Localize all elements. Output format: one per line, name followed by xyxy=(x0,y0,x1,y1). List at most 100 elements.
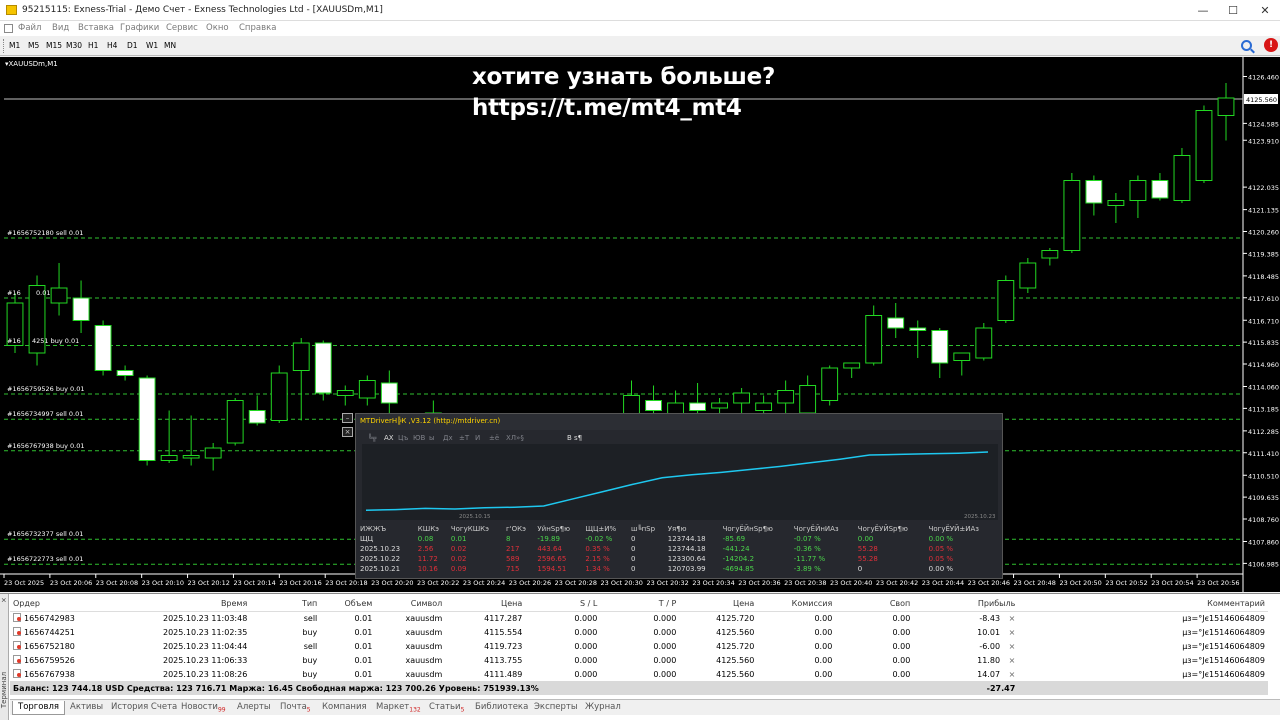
col-price[interactable]: Цена xyxy=(445,597,526,612)
panel-tab[interactable]: ЮВ xyxy=(413,434,425,442)
terminal-tab-label: Статьи xyxy=(429,702,461,712)
order-row[interactable]: 1656742983 2025.10.23 11:03:48 sell 0.01 xau… xyxy=(10,611,1268,625)
terminal-vertical-label: Терминал xyxy=(0,671,9,709)
candle-body xyxy=(336,390,354,396)
terminal-tab-10[interactable]: Эксперты xyxy=(529,701,583,715)
panel-tab[interactable]: В s¶ xyxy=(567,434,582,442)
terminal-close-icon[interactable]: × xyxy=(0,597,8,603)
order-row[interactable]: 1656759526 2025.10.23 11:06:33 buy 0.01 xauu… xyxy=(10,653,1268,667)
tf-m1-button[interactable]: M1 xyxy=(9,41,20,50)
terminal-tab-label: Активы xyxy=(70,702,104,712)
menu-tools[interactable]: Сервис xyxy=(166,23,198,33)
price-chart[interactable]: 4126.460 4124.585 4123.910 4122.035 4121.135… xyxy=(0,57,1280,592)
menu-charts[interactable]: Графики xyxy=(120,23,159,33)
terminal-tab-11[interactable]: Журнал xyxy=(580,701,626,715)
terminal-tab-3[interactable]: Новости99 xyxy=(176,701,231,715)
menu-view[interactable]: Вид xyxy=(52,23,69,33)
stats-table: ИЖЖЪ КШКэ ЧогуКШКэ г'ОКэ УйнЅр¶ю ЩЦ±И% ш╚пЅр Уя… xyxy=(358,524,998,574)
order-row[interactable]: 1656744251 2025.10.23 11:02:35 buy 0.01 xauu… xyxy=(10,625,1268,639)
close-order-icon[interactable]: × xyxy=(1006,656,1016,665)
candle-body xyxy=(72,297,90,321)
stats-cell: 0.05 % xyxy=(928,545,954,553)
menu-insert[interactable]: Вставка xyxy=(78,23,114,33)
col-comment[interactable]: Комментарий xyxy=(1018,597,1268,612)
close-order-icon[interactable]: × xyxy=(1006,628,1016,637)
terminal-tab-1[interactable]: Активы xyxy=(65,701,108,715)
panel-collapse-icon[interactable]: – xyxy=(342,413,353,423)
tf-d1-button[interactable]: D1 xyxy=(127,41,138,50)
menu-window[interactable]: Окно xyxy=(206,23,229,33)
search-icon[interactable] xyxy=(1241,40,1252,51)
menu-file[interactable]: Файл xyxy=(18,23,41,33)
col-swap[interactable]: Своп xyxy=(835,597,914,612)
close-order-icon[interactable]: × xyxy=(1006,670,1016,679)
panel-tab[interactable]: Дх xyxy=(443,434,453,442)
time-tick-label: 23 Oct 20:22 xyxy=(417,579,459,587)
tf-h4-button[interactable]: H4 xyxy=(107,41,117,50)
terminal-tab-7[interactable]: Маркет132 xyxy=(371,701,426,715)
stats-cell: 0 xyxy=(630,535,636,543)
terminal-tab-8[interactable]: Статьи5 xyxy=(424,701,469,715)
close-order-icon[interactable]: × xyxy=(1006,614,1016,623)
col-current-price[interactable]: Цена xyxy=(679,597,758,612)
minimize-button[interactable]: — xyxy=(1190,2,1216,19)
col-time[interactable]: Время xyxy=(160,597,251,612)
terminal-tab-2[interactable]: История Счета xyxy=(106,701,182,715)
close-button[interactable]: ✕ xyxy=(1252,2,1278,19)
order-profit-value: -8.43 xyxy=(979,613,1001,623)
close-order-icon[interactable]: × xyxy=(1006,642,1016,651)
col-profit[interactable]: Прибыль xyxy=(913,597,1019,612)
tf-w1-button[interactable]: W1 xyxy=(146,41,158,50)
terminal-tab-5[interactable]: Почта5 xyxy=(275,701,316,715)
col-symbol[interactable]: Символ xyxy=(375,597,446,612)
candle-body xyxy=(248,410,266,424)
panel-tab[interactable]: ы xyxy=(429,434,435,442)
maximize-button[interactable]: ☐ xyxy=(1220,2,1246,19)
order-cell: 4119.723 xyxy=(484,641,523,651)
col-volume[interactable]: Объем xyxy=(320,597,376,612)
time-tick-label: 23 Oct 20:08 xyxy=(96,579,138,587)
panel-close-icon[interactable]: × xyxy=(342,427,353,437)
stats-cell: -19.89 xyxy=(537,535,560,543)
order-ticket: 1656759526 xyxy=(10,653,160,667)
terminal-tab-6[interactable]: Компания xyxy=(317,701,372,715)
menu-help[interactable]: Справка xyxy=(239,23,276,33)
order-row[interactable]: 1656752180 2025.10.23 11:04:44 sell 0.01 xau… xyxy=(10,639,1268,653)
time-tick-label: 23 Oct 20:56 xyxy=(1197,579,1239,587)
alert-icon[interactable]: ! xyxy=(1264,38,1278,52)
terminal-tab-0[interactable]: Торговля xyxy=(12,701,66,715)
stats-cell: 0 xyxy=(630,555,636,563)
order-profit-value: 10.01 xyxy=(977,627,1001,637)
panel-tab-active[interactable]: АХ xyxy=(384,434,394,442)
stats-cell: 8 xyxy=(506,535,511,543)
panel-tab[interactable]: ХЛ»§ xyxy=(506,434,524,442)
tf-h1-button[interactable]: H1 xyxy=(88,41,98,50)
terminal-tab-9[interactable]: Библиотека xyxy=(470,701,533,715)
tf-m5-button[interactable]: M5 xyxy=(28,41,39,50)
col-type[interactable]: Тип xyxy=(250,597,321,612)
order-cell: xauusdm xyxy=(405,655,443,665)
col-order[interactable]: Ордер xyxy=(10,597,160,612)
col-tp[interactable]: T / P xyxy=(600,597,680,612)
order-cell: buy xyxy=(302,627,318,637)
order-row[interactable]: 1656767938 2025.10.23 11:08:26 buy 0.01 xauu… xyxy=(10,667,1268,681)
order-ticket-text: 1656767938 xyxy=(24,670,75,679)
col-commission[interactable]: Комиссия xyxy=(757,597,836,612)
panel-tab[interactable]: Цъ xyxy=(398,434,408,442)
order-ticket: 1656744251 xyxy=(10,625,160,639)
panel-tab[interactable]: ±Т xyxy=(459,434,469,442)
panel-tab[interactable]: ╚╦ xyxy=(368,434,376,442)
time-tick-label: 23 Oct 20:32 xyxy=(646,579,688,587)
stats-cell: -11.77 % xyxy=(793,555,826,563)
order-ticket: 1656742983 xyxy=(10,611,160,625)
panel-tab[interactable]: И xyxy=(475,434,480,442)
col-sl[interactable]: S / L xyxy=(525,597,601,612)
tf-mn-button[interactable]: MN xyxy=(164,41,176,50)
tf-m30-button[interactable]: M30 xyxy=(66,41,82,50)
tf-m15-button[interactable]: M15 xyxy=(46,41,62,50)
orders-table: Ордер Время Тип Объем Символ Цена S / L … xyxy=(10,597,1268,695)
candle-body xyxy=(292,342,310,371)
panel-tab[interactable]: ±ё xyxy=(489,434,499,442)
order-cell: 4125.560 xyxy=(716,655,755,665)
terminal-tab-4[interactable]: Алерты xyxy=(232,701,276,715)
